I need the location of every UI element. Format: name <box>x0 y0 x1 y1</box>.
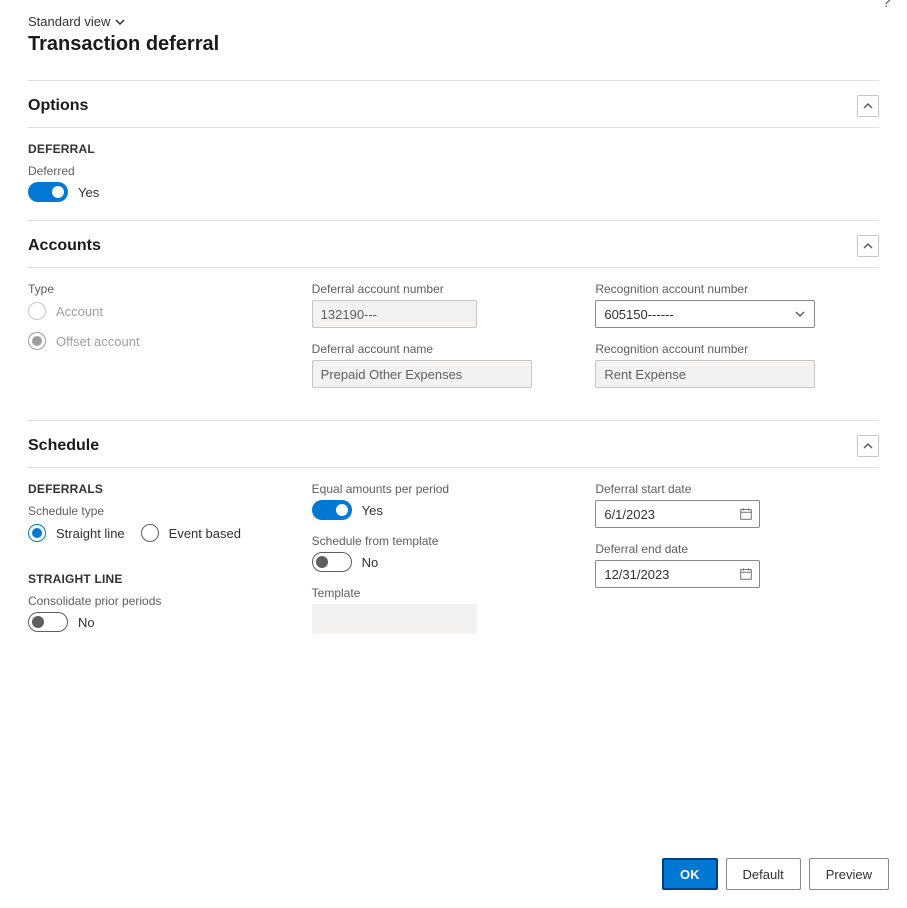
equal-amounts-toggle[interactable] <box>312 500 352 520</box>
deferred-label: Deferred <box>28 164 879 178</box>
template-input <box>312 604 477 634</box>
radio-icon <box>28 524 46 542</box>
help-icon[interactable]: ? <box>882 0 891 12</box>
from-template-toggle[interactable] <box>312 552 352 572</box>
consolidate-toggle[interactable] <box>28 612 68 632</box>
deferral-acct-name-input: Prepaid Other Expenses <box>312 360 532 388</box>
type-label: Type <box>28 282 292 296</box>
radio-icon <box>28 332 46 350</box>
view-selector-label: Standard view <box>28 14 110 29</box>
radio-icon <box>28 302 46 320</box>
consolidate-label: Consolidate prior periods <box>28 594 292 608</box>
default-button[interactable]: Default <box>726 858 801 890</box>
deferral-acct-name-value: Prepaid Other Expenses <box>321 367 463 382</box>
recog-acct-num-label: Recognition account number <box>595 282 859 296</box>
type-offset-label: Offset account <box>56 334 140 349</box>
recog-acct-num-value: 605150------ <box>604 307 673 322</box>
from-template-value: No <box>362 555 379 570</box>
schedule-type-event-label: Event based <box>169 526 241 541</box>
ok-button[interactable]: OK <box>662 858 718 890</box>
consolidate-value: No <box>78 615 95 630</box>
start-date-label: Deferral start date <box>595 482 859 496</box>
preview-button[interactable]: Preview <box>809 858 889 890</box>
type-radio-offset: Offset account <box>28 332 292 350</box>
deferral-acct-num-label: Deferral account number <box>312 282 576 296</box>
deferral-acct-name-label: Deferral account name <box>312 342 576 356</box>
chevron-up-icon <box>862 240 874 252</box>
section-header-accounts[interactable]: Accounts <box>28 221 879 268</box>
schedule-type-event[interactable]: Event based <box>141 524 241 542</box>
calendar-icon[interactable] <box>739 567 753 581</box>
deferred-value: Yes <box>78 185 99 200</box>
section-title-accounts: Accounts <box>28 237 101 255</box>
schedule-type-straight[interactable]: Straight line <box>28 524 125 542</box>
equal-amounts-label: Equal amounts per period <box>312 482 576 496</box>
straight-line-heading: STRAIGHT LINE <box>28 572 292 586</box>
deferred-toggle[interactable] <box>28 182 68 202</box>
end-date-value: 12/31/2023 <box>604 567 669 582</box>
schedule-type-label: Schedule type <box>28 504 292 518</box>
section-header-options[interactable]: Options <box>28 81 879 128</box>
recog-acct-name-value: Rent Expense <box>604 367 686 382</box>
collapse-button-schedule[interactable] <box>857 435 879 457</box>
schedule-type-straight-label: Straight line <box>56 526 125 541</box>
options-deferral-heading: DEFERRAL <box>28 142 879 156</box>
collapse-button-accounts[interactable] <box>857 235 879 257</box>
radio-icon <box>141 524 159 542</box>
deferral-acct-num-input: 132190--- <box>312 300 477 328</box>
chevron-down-icon <box>114 16 126 28</box>
recog-acct-name-label: Recognition account number <box>595 342 859 356</box>
deferral-acct-num-value: 132190--- <box>321 307 377 322</box>
start-date-input[interactable]: 6/1/2023 <box>595 500 760 528</box>
end-date-label: Deferral end date <box>595 542 859 556</box>
section-header-schedule[interactable]: Schedule <box>28 421 879 468</box>
template-label: Template <box>312 586 576 600</box>
page-title: Transaction deferral <box>28 33 879 56</box>
collapse-button-options[interactable] <box>857 95 879 117</box>
chevron-up-icon <box>862 100 874 112</box>
section-title-options: Options <box>28 97 88 115</box>
recog-acct-num-select[interactable]: 605150------ <box>595 300 815 328</box>
type-radio-account: Account <box>28 302 292 320</box>
start-date-value: 6/1/2023 <box>604 507 655 522</box>
section-title-schedule: Schedule <box>28 437 99 455</box>
chevron-up-icon <box>862 440 874 452</box>
end-date-input[interactable]: 12/31/2023 <box>595 560 760 588</box>
chevron-down-icon <box>794 308 806 320</box>
view-selector[interactable]: Standard view <box>28 14 126 29</box>
equal-amounts-value: Yes <box>362 503 383 518</box>
from-template-label: Schedule from template <box>312 534 576 548</box>
recog-acct-name-input: Rent Expense <box>595 360 815 388</box>
calendar-icon[interactable] <box>739 507 753 521</box>
deferrals-heading: DEFERRALS <box>28 482 292 496</box>
type-account-label: Account <box>56 304 103 319</box>
